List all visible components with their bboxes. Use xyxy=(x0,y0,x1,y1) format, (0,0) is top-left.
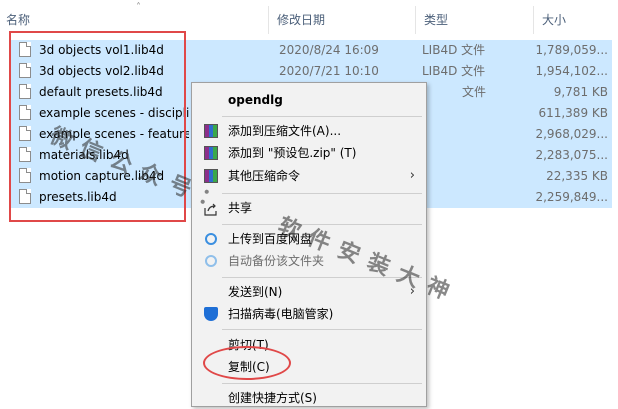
file-size: 22,335 KB xyxy=(546,169,608,183)
column-divider[interactable] xyxy=(268,6,269,34)
menu-separator xyxy=(222,193,422,194)
annotation-ellipse xyxy=(203,346,291,380)
menu-separator xyxy=(222,116,422,117)
column-divider[interactable] xyxy=(415,6,416,34)
file-size: 2,259,849... xyxy=(535,190,608,204)
file-size: 9,781 KB xyxy=(553,85,608,99)
winrar-icon xyxy=(204,146,218,160)
sort-up-icon: ˄ xyxy=(136,2,141,13)
column-size-header[interactable]: 大小 xyxy=(536,0,618,36)
file-size: 1,954,102... xyxy=(535,64,608,78)
file-size: 611,389 KB xyxy=(538,106,608,120)
file-date: 2020/8/24 16:09 xyxy=(279,43,379,57)
menu-item-add-archive[interactable]: 添加到压缩文件(A)... xyxy=(193,120,425,142)
menu-item-scan-virus[interactable]: 扫描病毒(电脑管家) xyxy=(193,303,425,325)
file-size: 2,283,075... xyxy=(535,148,608,162)
file-size: 1,789,059... xyxy=(535,43,608,57)
file-size: 2,968,029... xyxy=(535,127,608,141)
baidu-cloud-icon xyxy=(205,233,217,245)
baidu-cloud-icon xyxy=(205,255,217,267)
file-date: 2020/7/21 10:10 xyxy=(279,64,379,78)
menu-item-create-shortcut[interactable]: 创建快捷方式(S) xyxy=(193,387,425,409)
shield-icon xyxy=(204,307,218,321)
menu-item-add-zip[interactable]: 添加到 "预设包.zip" (T) xyxy=(193,142,425,164)
winrar-icon xyxy=(204,124,218,138)
menu-separator xyxy=(222,329,422,330)
menu-item-other-compress[interactable]: 其他压缩命令 › xyxy=(193,165,425,187)
column-divider[interactable] xyxy=(533,6,534,34)
column-date-header[interactable]: 修改日期 xyxy=(271,0,416,36)
menu-separator xyxy=(222,383,422,384)
chevron-right-icon: › xyxy=(409,168,415,183)
menu-item-open[interactable]: opendlg xyxy=(193,89,425,111)
column-type-header[interactable]: 类型 xyxy=(418,0,534,36)
